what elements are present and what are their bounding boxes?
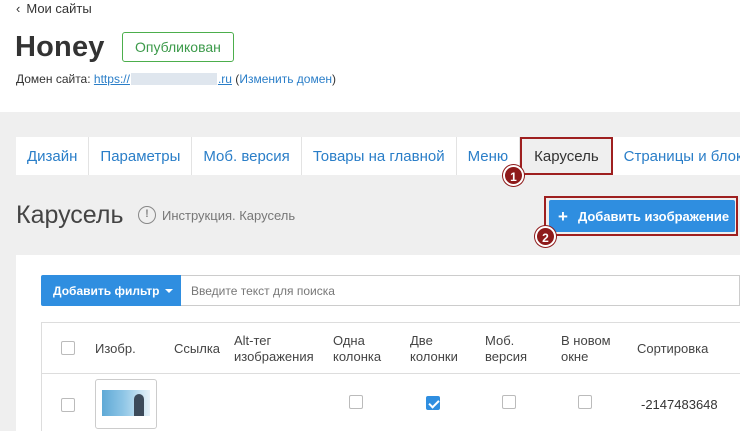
table-header: Изобр. Ссылка Alt-тег изображения Одна к… xyxy=(42,323,740,374)
change-domain-link[interactable]: Изменить домен xyxy=(239,72,332,86)
instruction-link[interactable]: ! Инструкция. Карусель xyxy=(138,206,295,224)
domain-label: Домен сайта: xyxy=(16,72,91,86)
status-badge[interactable]: Опубликован xyxy=(122,32,234,62)
column-one-column[interactable]: Одна колонка xyxy=(333,323,393,374)
image-thumbnail[interactable] xyxy=(95,379,157,429)
domain-line: Домен сайта: https://.ru (Изменить домен… xyxy=(16,72,337,86)
sort-value: -2147483648 xyxy=(641,397,718,412)
site-header: ‹ Мои сайты Honey Опубликован Домен сайт… xyxy=(0,0,740,112)
add-image-button[interactable]: + Добавить изображение xyxy=(549,200,735,232)
caret-down-icon xyxy=(165,288,174,293)
tab-carousel[interactable]: Карусель xyxy=(520,137,613,175)
mobile-version-checkbox[interactable] xyxy=(502,395,516,409)
back-link-label: Мои сайты xyxy=(26,1,92,16)
thumbnail-picture xyxy=(102,390,150,416)
tab-featured-products[interactable]: Товары на главной xyxy=(301,137,457,175)
column-new-window[interactable]: В новом окне xyxy=(561,323,611,374)
tab-pages-and-blocks[interactable]: Страницы и блоки xyxy=(612,137,740,175)
carousel-table: Изобр. Ссылка Alt-тег изображения Одна к… xyxy=(41,322,740,431)
select-all-checkbox[interactable] xyxy=(61,341,75,355)
column-alt-tag[interactable]: Alt-тег изображения xyxy=(234,323,322,374)
instruction-label: Инструкция. Карусель xyxy=(162,207,296,223)
person-figure xyxy=(134,394,144,416)
domain-prefix: https:// xyxy=(93,72,130,86)
table-row[interactable]: -2147483648 xyxy=(42,375,740,431)
step-marker-2: 2 xyxy=(535,226,556,247)
new-window-checkbox[interactable] xyxy=(578,395,592,409)
step-marker-1: 1 xyxy=(503,165,524,186)
column-sort[interactable]: Сортировка xyxy=(637,323,708,374)
column-link[interactable]: Ссылка xyxy=(174,323,220,374)
domain-redacted xyxy=(130,73,217,85)
plus-icon: + xyxy=(558,206,568,226)
info-icon: ! xyxy=(138,206,156,224)
row-select-checkbox[interactable] xyxy=(61,398,75,412)
add-image-label: Добавить изображение xyxy=(577,208,730,224)
domain-suffix: .ru xyxy=(217,72,232,86)
chevron-left-icon: ‹ xyxy=(16,1,21,16)
column-two-columns[interactable]: Две колонки xyxy=(410,323,470,374)
domain-link[interactable]: https:// .ru xyxy=(94,72,232,86)
column-mobile-version[interactable]: Моб. версия xyxy=(485,323,535,374)
tab-design[interactable]: Дизайн xyxy=(16,137,90,175)
settings-tabs: Дизайн Параметры Моб. версия Товары на г… xyxy=(16,137,740,175)
add-filter-label: Добавить фильтр xyxy=(53,283,160,298)
tab-mobile-version[interactable]: Моб. версия xyxy=(192,137,302,175)
column-image[interactable]: Изобр. xyxy=(95,323,136,374)
search-input[interactable] xyxy=(181,275,740,306)
tab-parameters[interactable]: Параметры xyxy=(89,137,193,175)
site-title: Honey xyxy=(15,31,105,63)
one-column-checkbox[interactable] xyxy=(349,395,363,409)
add-filter-button[interactable]: Добавить фильтр xyxy=(41,275,181,306)
section-title: Карусель xyxy=(16,201,124,229)
two-columns-checkbox[interactable] xyxy=(426,396,440,410)
back-link[interactable]: ‹ Мои сайты xyxy=(16,1,92,16)
